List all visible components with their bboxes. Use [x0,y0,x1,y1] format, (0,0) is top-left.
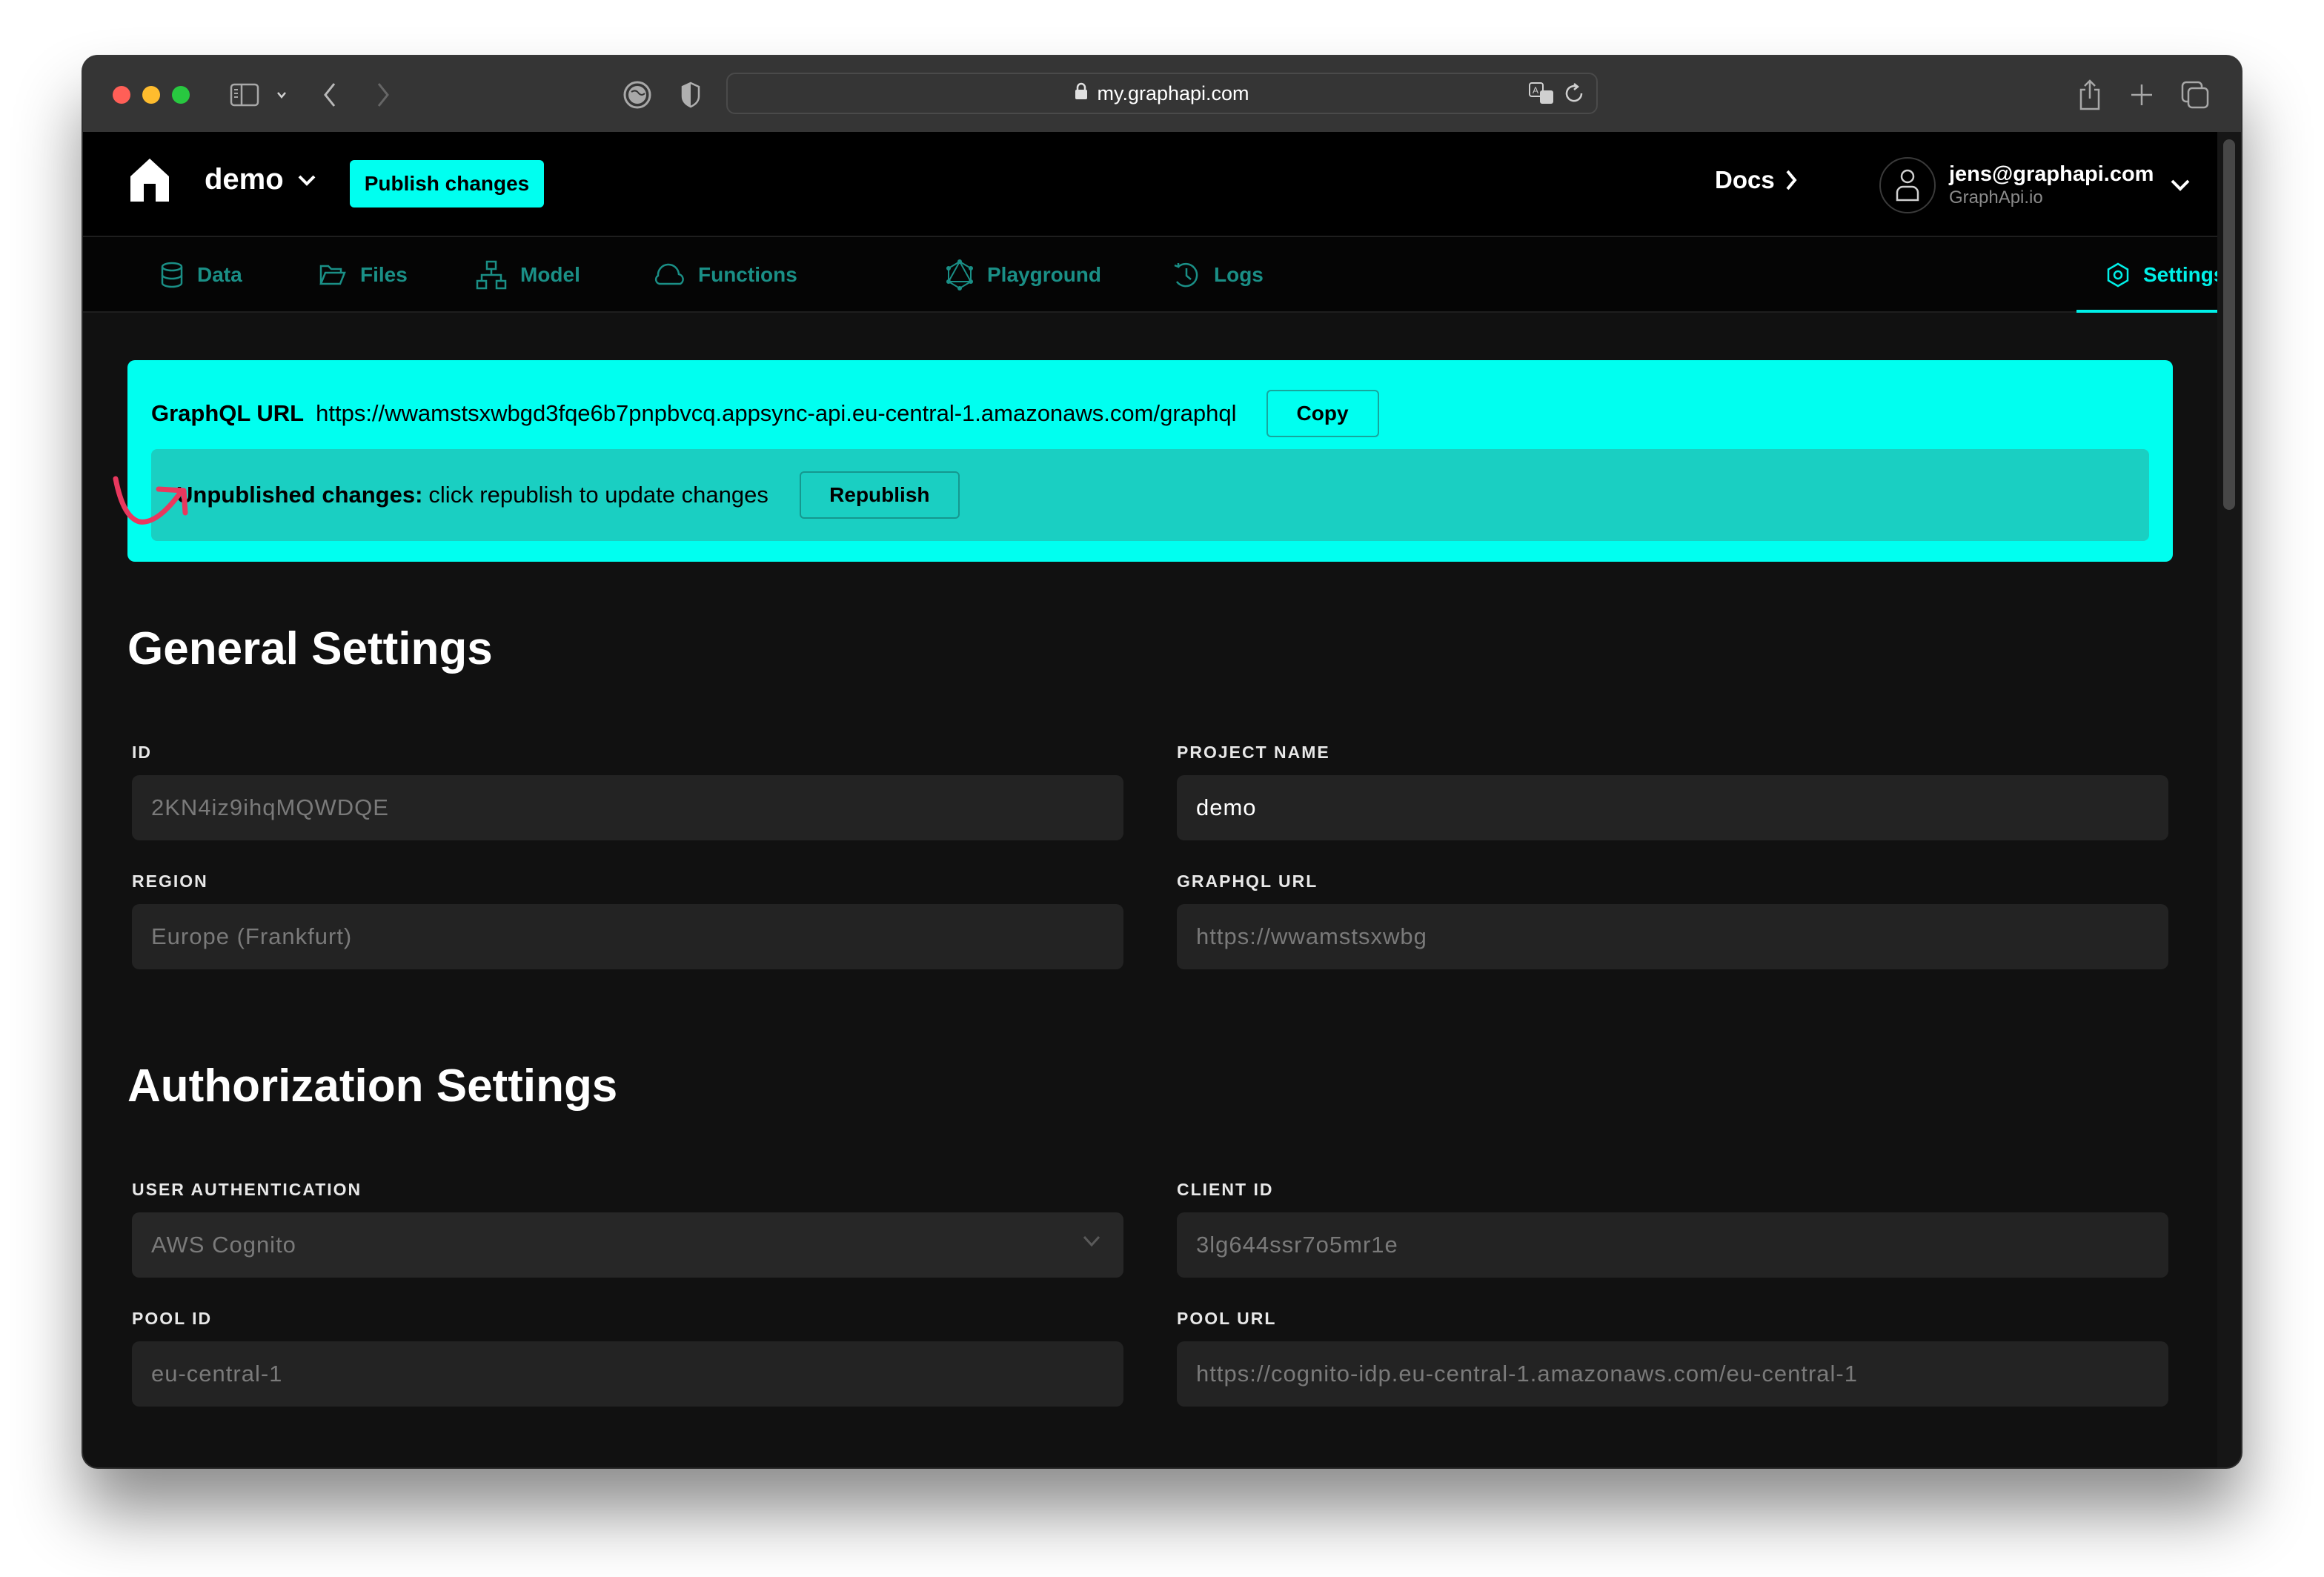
chevron-right-icon [1786,170,1797,190]
unpublished-text: click republish to update changes [428,482,768,508]
republish-button[interactable]: Republish [799,471,960,519]
user-email: jens@graphapi.com [1949,162,2154,186]
history-icon [1174,262,1198,288]
translate-icon[interactable]: A [1528,82,1555,110]
project-name: demo [205,163,284,196]
unpublished-label: Unpublished changes: [176,482,423,508]
forward-icon[interactable] [372,79,394,111]
minimize-window-button[interactable] [142,86,160,104]
home-icon[interactable] [129,157,170,207]
graphql-url-field: https://wwamstsxwbg [1177,904,2168,969]
avatar [1879,157,1936,213]
client-id-field: 3lg644ssr7o5mr1e [1177,1212,2168,1278]
copy-url-button[interactable]: Copy [1266,390,1379,437]
cloud-icon [654,263,684,285]
sidebar-toggle-icon[interactable] [228,79,261,111]
id-field: 2KN4iz9ihqMQWDQE [132,775,1123,840]
main-nav: Data Files Model Functions Playground Lo… [83,237,2241,313]
user-icon [1896,169,1919,202]
svg-text:A: A [1533,85,1538,96]
graphql-url-value: https://wwamstsxwbgd3fqe6b7pnpbvcq.appsy… [316,400,1237,426]
pool-url-label: POOL URL [1177,1309,1277,1328]
nav-tab-files[interactable]: Files [319,237,408,313]
chevron-down-icon [1083,1235,1100,1247]
nav-tab-playground[interactable]: Playground [946,237,1101,313]
annotation-arrow-icon [113,476,188,525]
pool-url-field: https://cognito-idp.eu-central-1.amazona… [1177,1341,2168,1407]
shield-icon[interactable] [676,79,706,111]
address-bar[interactable]: my.graphapi.com A [726,73,1598,114]
graphql-url-label: GraphQL URL [151,400,305,426]
region-field: Europe (Frankfurt) [132,904,1123,969]
privacy-report-icon[interactable] [621,79,654,111]
settings-hex-icon [2107,262,2129,288]
project-name-label: PROJECT NAME [1177,743,1330,762]
nav-tab-settings[interactable]: Settings [2076,237,2241,313]
chevron-down-icon [298,175,316,186]
browser-toolbar: my.graphapi.com A [83,56,2241,132]
app-header: demo Publish changes Docs jens@graphapi.… [83,132,2217,237]
chevron-down-icon [2171,179,2190,191]
nav-tab-data[interactable]: Data [160,237,242,313]
docs-label: Docs [1715,166,1775,193]
lock-icon [1075,82,1088,105]
general-settings-heading: General Settings [127,623,493,674]
tab-overview-icon[interactable] [2180,79,2210,111]
pool-id-field: eu-central-1 [132,1341,1123,1407]
publish-changes-button[interactable]: Publish changes [350,160,544,208]
project-switcher[interactable]: demo [205,163,316,196]
nav-tab-logs[interactable]: Logs [1172,237,1264,313]
nav-tab-functions[interactable]: Functions [654,237,797,313]
graphql-url-field-label: GRAPHQL URL [1177,872,1318,891]
client-id-label: CLIENT ID [1177,1180,1274,1199]
scrollbar-thumb[interactable] [2223,139,2235,510]
user-authentication-select[interactable]: AWS Cognito [132,1212,1123,1278]
new-tab-icon[interactable] [2127,79,2157,111]
graphql-icon [946,259,973,290]
authorization-settings-heading: Authorization Settings [127,1060,618,1112]
nav-tab-model[interactable]: Model [476,237,580,313]
user-menu[interactable]: jens@graphapi.com GraphApi.io [1879,157,2191,213]
folder-icon [319,265,346,285]
share-icon[interactable] [2075,79,2105,111]
browser-window: my.graphapi.com A demo Publish changes D… [83,56,2241,1467]
user-authentication-label: USER AUTHENTICATION [132,1180,362,1199]
graphql-url-banner: GraphQL URL https://wwamstsxwbgd3fqe6b7p… [127,360,2173,562]
chevron-down-icon[interactable] [273,79,290,111]
docs-link[interactable]: Docs [1715,166,1797,194]
id-label: ID [132,743,152,762]
project-name-input[interactable]: demo [1177,775,2168,840]
user-organization: GraphApi.io [1949,187,2043,208]
close-window-button[interactable] [113,86,130,104]
database-icon [161,262,183,288]
maximize-window-button[interactable] [172,86,190,104]
unpublished-changes-notice: Unpublished changes: click republish to … [151,449,2149,541]
pool-id-label: POOL ID [132,1309,213,1328]
reload-icon[interactable] [1564,82,1586,110]
hierarchy-icon [476,260,507,290]
address-text: my.graphapi.com [1097,82,1249,104]
region-label: REGION [132,872,208,891]
back-icon[interactable] [319,79,341,111]
page-scrollbar[interactable] [2217,132,2241,1467]
